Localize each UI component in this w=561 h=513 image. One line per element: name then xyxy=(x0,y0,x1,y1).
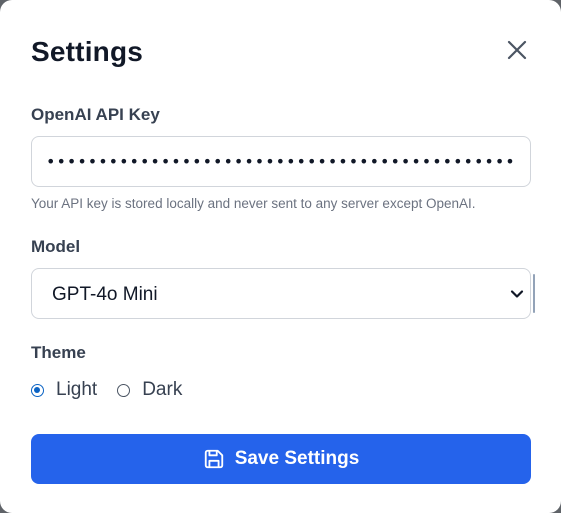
model-select[interactable]: GPT-4o Mini xyxy=(31,268,531,319)
model-select-value: GPT-4o Mini xyxy=(52,284,158,305)
api-key-input[interactable] xyxy=(31,136,531,187)
theme-radio-group: Light Dark xyxy=(31,378,202,402)
modal-header: Settings xyxy=(31,32,531,72)
model-label: Model xyxy=(31,237,81,256)
theme-option-light[interactable]: Light xyxy=(31,378,97,402)
save-settings-label: Save Settings xyxy=(234,448,360,469)
save-settings-button[interactable]: Save Settings xyxy=(31,434,531,484)
close-icon xyxy=(507,40,527,60)
chevron-down-icon xyxy=(510,290,524,298)
api-key-label: OpenAI API Key xyxy=(31,105,160,124)
radio-dark[interactable] xyxy=(117,383,131,397)
api-key-help-text: Your API key is stored locally and never… xyxy=(31,196,476,211)
select-focus-edge xyxy=(533,274,535,313)
radio-dark-label: Dark xyxy=(142,379,183,400)
radio-light-label: Light xyxy=(56,379,98,400)
theme-label: Theme xyxy=(31,343,86,362)
modal-title: Settings xyxy=(31,36,144,67)
radio-light[interactable] xyxy=(31,383,44,397)
theme-option-dark[interactable]: Dark xyxy=(117,378,182,402)
close-button[interactable] xyxy=(505,38,529,62)
settings-modal: Settings OpenAI API Key Your API key is … xyxy=(0,0,561,513)
save-icon xyxy=(204,449,223,469)
